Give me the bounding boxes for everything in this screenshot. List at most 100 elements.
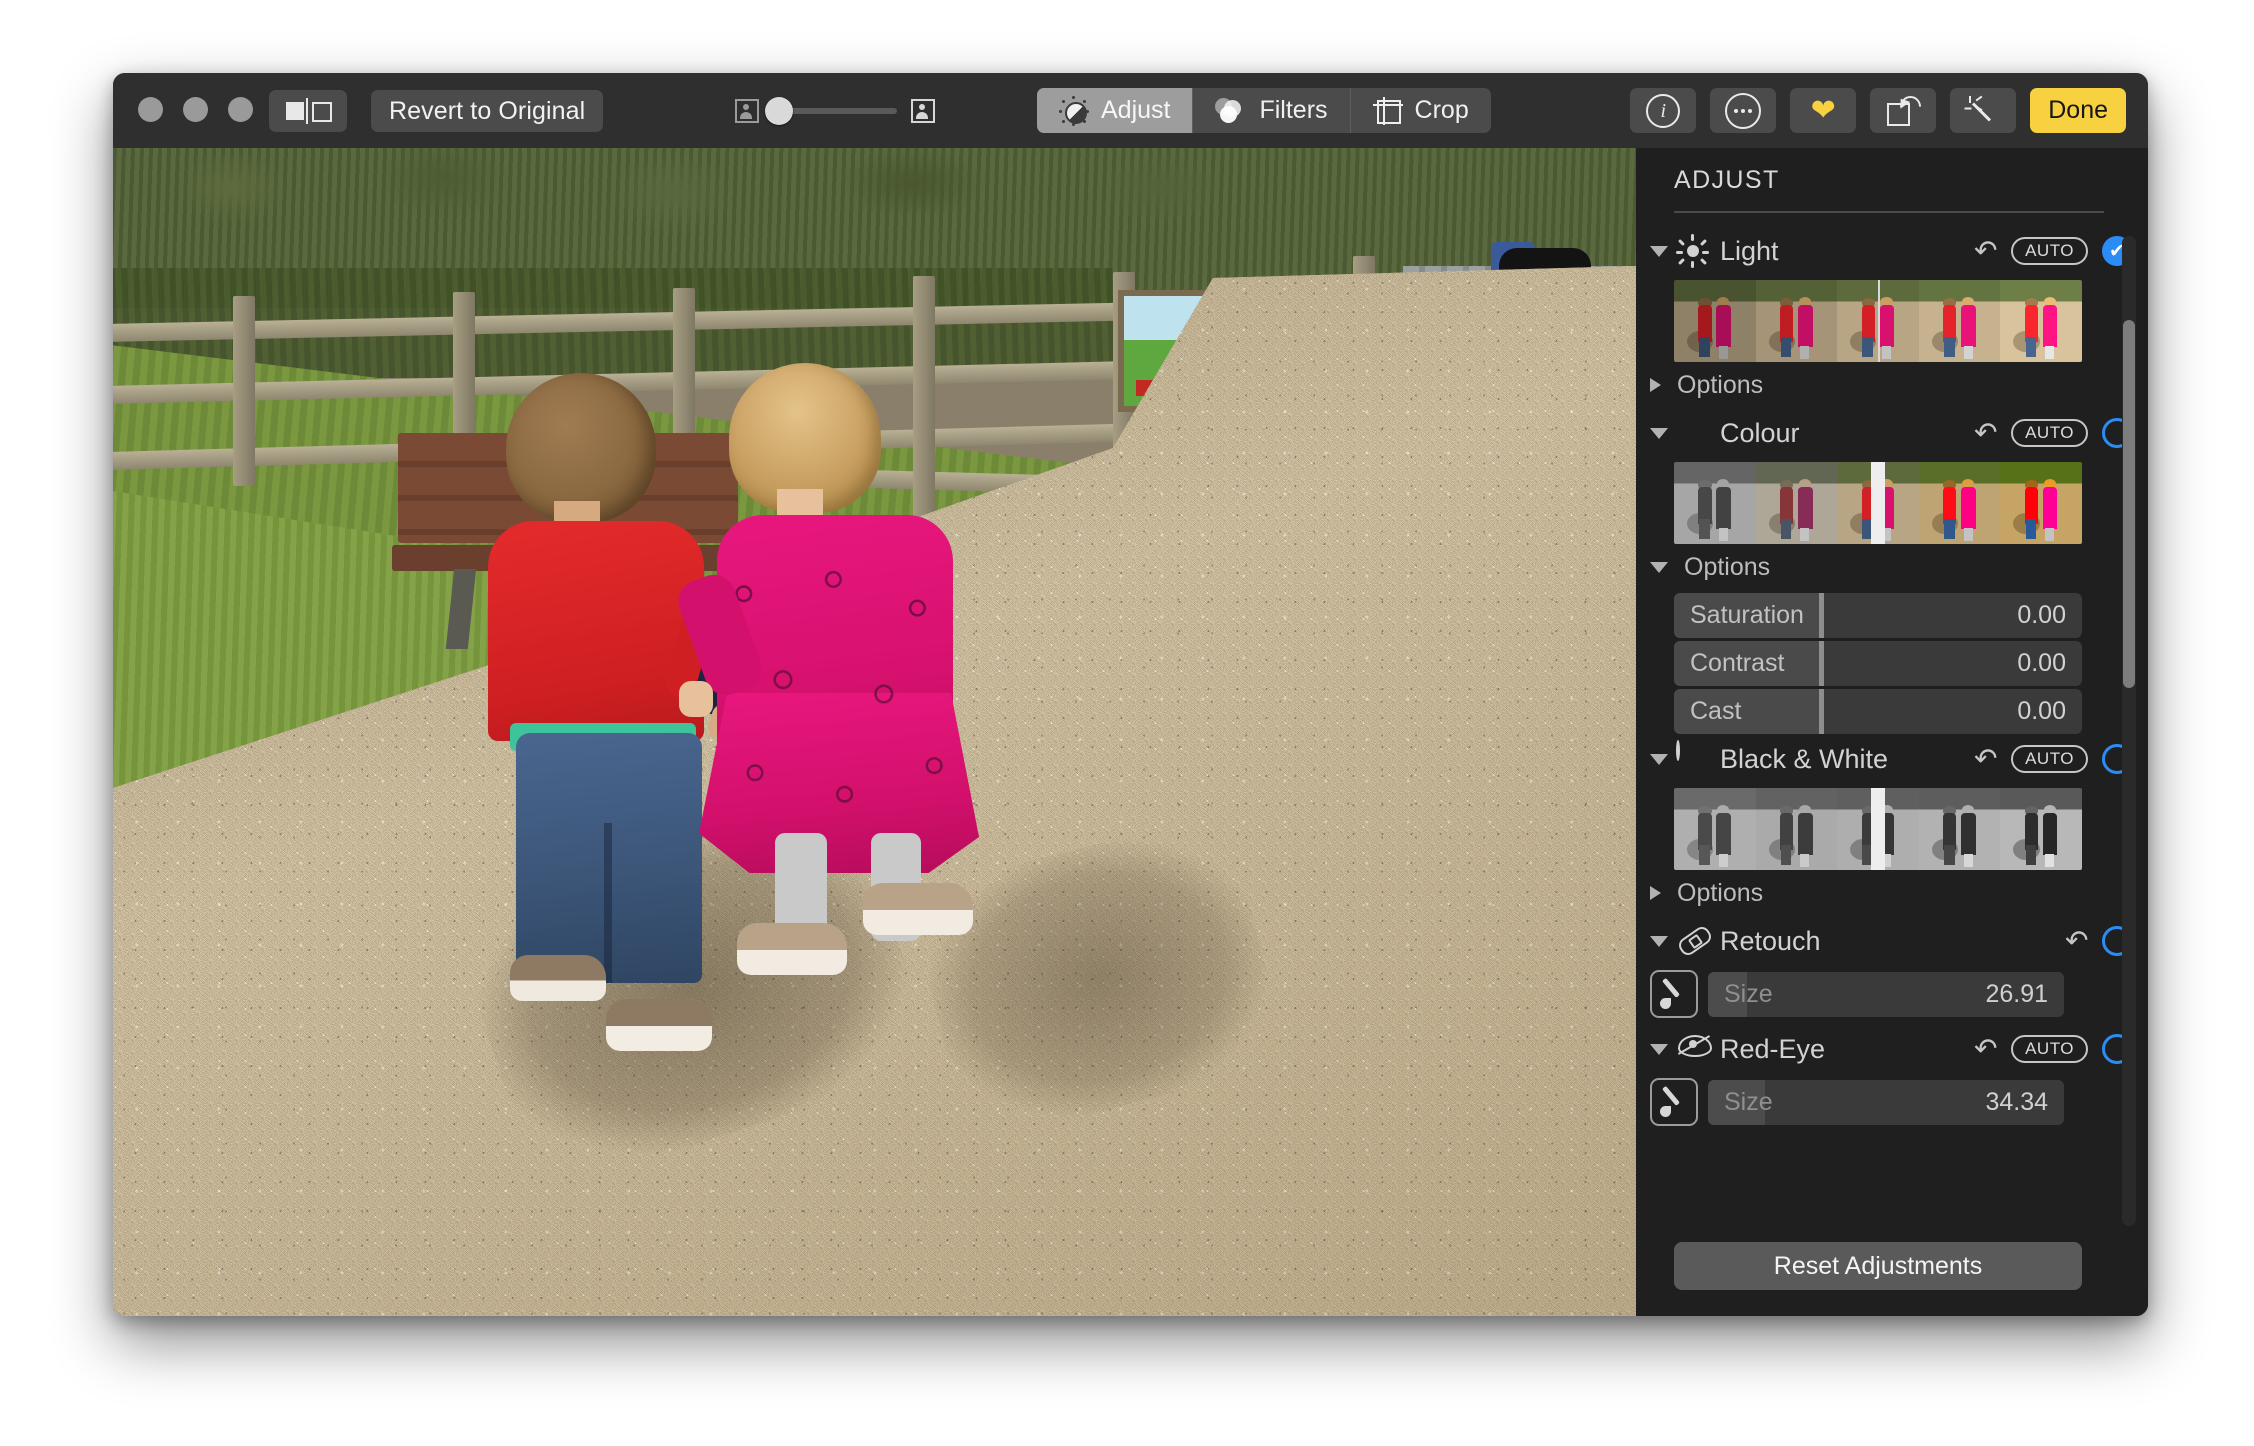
zoom-button[interactable] [228, 97, 253, 122]
magic-wand-icon [1964, 95, 1999, 126]
slider-contrast-label: Contrast [1690, 649, 1785, 677]
slider-contrast-value: 0.00 [2017, 649, 2066, 677]
slider-saturation-label: Saturation [1690, 601, 1804, 629]
revert-black-and-white-icon[interactable]: ↷ [1974, 743, 1997, 774]
black-and-white-preview-strip[interactable] [1674, 788, 2082, 870]
revert-retouch-icon[interactable]: ↷ [2065, 925, 2088, 956]
slider-saturation[interactable]: Saturation 0.00 [1674, 593, 2082, 638]
split-view-button[interactable] [269, 90, 347, 132]
tab-crop[interactable]: Crop [1351, 88, 1491, 133]
split-view-icon [286, 98, 332, 124]
slider-cast[interactable]: Cast 0.00 [1674, 689, 2082, 734]
sidebar-scrollbar[interactable] [2122, 236, 2136, 1226]
toolbar-right-actions: i ❤ Done [1630, 88, 2126, 133]
slider-retouch-size-value: 26.91 [1985, 979, 2048, 1008]
eye-slash-icon [1676, 1032, 1712, 1066]
slider-contrast[interactable]: Contrast 0.00 [1674, 641, 2082, 686]
disclosure-triangle-light-options-icon[interactable] [1650, 378, 1661, 392]
compare-slider[interactable] [735, 90, 935, 132]
disclosure-triangle-retouch-icon[interactable] [1650, 935, 1668, 947]
info-icon: i [1646, 93, 1681, 128]
photos-editor-window: Revert to Original Adjust Filters Crop i… [113, 73, 2148, 1316]
editor-mode-tabs: Adjust Filters Crop [1037, 88, 1491, 133]
done-button[interactable]: Done [2030, 88, 2126, 133]
screen: Revert to Original Adjust Filters Crop i… [0, 0, 2254, 1446]
brush-icon-red-eye[interactable] [1650, 1078, 1698, 1126]
colour-options-row[interactable]: Options [1636, 544, 2148, 590]
auto-red-eye-button[interactable]: AUTO [2011, 1035, 2088, 1063]
done-label: Done [2048, 96, 2108, 124]
favorite-button[interactable]: ❤ [1790, 88, 1857, 133]
retouch-brush-row: Size 26.91 [1650, 970, 2148, 1018]
slider-retouch-size[interactable]: Size 26.91 [1708, 971, 2064, 1017]
section-red-eye[interactable]: Red-Eye ↷ AUTO [1636, 1024, 2148, 1074]
slider-retouch-size-label: Size [1724, 979, 1773, 1008]
disclosure-triangle-red-eye-icon[interactable] [1650, 1043, 1668, 1055]
tab-adjust[interactable]: Adjust [1037, 88, 1194, 133]
red-eye-brush-row: Size 34.34 [1650, 1078, 2148, 1126]
info-button[interactable]: i [1630, 88, 1697, 133]
section-light-label: Light [1720, 235, 1779, 266]
rotate-button[interactable] [1870, 88, 1937, 133]
sidebar-scrollbar-thumb[interactable] [2123, 320, 2135, 688]
edited-photo [113, 148, 1636, 1316]
reset-adjustments-label: Reset Adjustments [1773, 1251, 1983, 1280]
compare-slider-knob[interactable] [765, 97, 793, 125]
disclosure-triangle-light-icon[interactable] [1650, 245, 1668, 257]
photo-edited-icon [911, 99, 935, 123]
light-preview-strip[interactable] [1674, 280, 2082, 362]
bandage-icon [1675, 923, 1715, 959]
section-retouch-label: Retouch [1720, 925, 1821, 956]
adjust-sidebar: ADJUST Light ↷ AUTO ✔ Options Colour ↷ A… [1636, 148, 2148, 1316]
light-options-label: Options [1677, 370, 1764, 399]
disclosure-triangle-black-and-white-icon[interactable] [1650, 753, 1668, 765]
auto-black-and-white-button[interactable]: AUTO [2011, 745, 2088, 773]
auto-light-button[interactable]: AUTO [2011, 237, 2088, 265]
section-black-and-white-label: Black & White [1720, 743, 1889, 774]
section-light[interactable]: Light ↷ AUTO ✔ [1636, 226, 2148, 276]
tab-filters-label: Filters [1259, 96, 1328, 124]
section-red-eye-label: Red-Eye [1720, 1033, 1826, 1064]
photo-canvas[interactable] [113, 148, 1636, 1316]
tab-adjust-label: Adjust [1101, 96, 1171, 124]
section-colour-label: Colour [1720, 417, 1800, 448]
filters-circles-icon [1215, 97, 1247, 124]
more-button[interactable] [1710, 88, 1777, 133]
black-and-white-strip-marker [1871, 788, 1885, 870]
revert-colour-icon[interactable]: ↷ [1974, 417, 1997, 448]
brush-icon-retouch[interactable] [1650, 970, 1698, 1018]
auto-colour-button[interactable]: AUTO [2011, 419, 2088, 447]
section-retouch[interactable]: Retouch ↷ [1636, 916, 2148, 966]
crop-frame-icon [1372, 96, 1403, 125]
adjust-sections-scroll[interactable]: Light ↷ AUTO ✔ Options Colour ↷ AUTO Opt… [1636, 226, 2148, 1236]
tab-crop-label: Crop [1414, 96, 1469, 124]
colour-preview-strip[interactable] [1674, 462, 2082, 544]
revert-red-eye-icon[interactable]: ↷ [1974, 1033, 1997, 1064]
minimize-button[interactable] [183, 97, 208, 122]
slider-red-eye-size-label: Size [1724, 1087, 1773, 1116]
disclosure-triangle-colour-icon[interactable] [1650, 427, 1668, 439]
light-options-row[interactable]: Options [1636, 362, 2148, 408]
section-colour[interactable]: Colour ↷ AUTO [1636, 408, 2148, 458]
enhance-button[interactable] [1950, 88, 2017, 133]
black-and-white-options-row[interactable]: Options [1636, 870, 2148, 916]
revert-light-icon[interactable]: ↷ [1974, 235, 1997, 266]
compare-slider-track[interactable] [765, 97, 897, 125]
rotate-icon [1887, 91, 1926, 126]
light-strip-marker [1878, 280, 1880, 362]
editor-toolbar: Revert to Original Adjust Filters Crop i… [113, 73, 2148, 149]
colour-strip-marker [1871, 462, 1885, 544]
slider-cast-label: Cast [1690, 697, 1742, 725]
section-black-and-white[interactable]: Black & White ↷ AUTO [1636, 734, 2148, 784]
black-and-white-options-label: Options [1677, 878, 1764, 907]
colour-options-label: Options [1684, 552, 1771, 581]
disclosure-triangle-colour-options-icon[interactable] [1650, 561, 1668, 573]
close-button[interactable] [138, 97, 163, 122]
revert-to-original-button[interactable]: Revert to Original [371, 90, 604, 132]
disclosure-triangle-black-and-white-options-icon[interactable] [1650, 886, 1661, 900]
slider-red-eye-size[interactable]: Size 34.34 [1708, 1079, 2064, 1125]
photo-girl [672, 363, 993, 983]
sidebar-divider [1674, 211, 2104, 213]
tab-filters[interactable]: Filters [1193, 88, 1351, 133]
reset-adjustments-button[interactable]: Reset Adjustments [1674, 1242, 2082, 1290]
